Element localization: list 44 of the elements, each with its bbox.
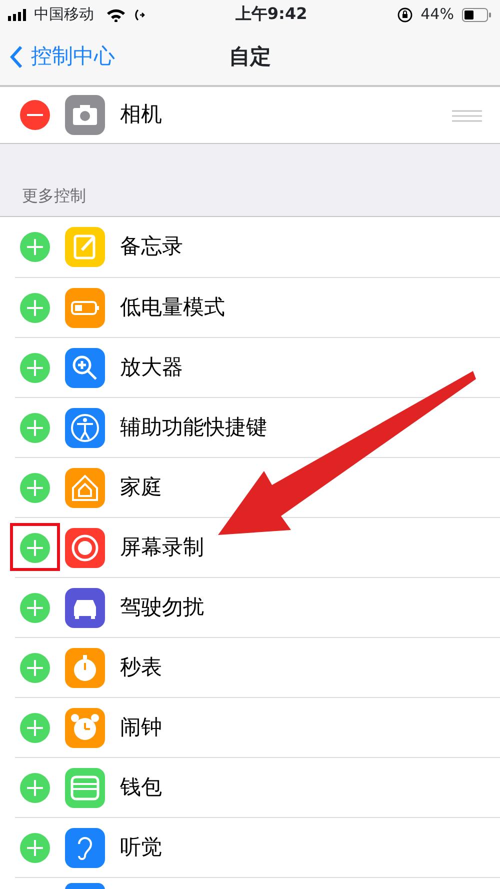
- add-button[interactable]: [20, 712, 50, 742]
- control-label: 闹钟: [120, 714, 162, 741]
- carrier-name: 中国移动: [34, 4, 94, 25]
- add-button[interactable]: [20, 412, 50, 442]
- control-label: 低电量模式: [120, 294, 225, 321]
- control-label: 相机: [120, 101, 162, 128]
- add-button[interactable]: [20, 352, 50, 382]
- plus-icon: [27, 300, 43, 316]
- add-button[interactable]: [20, 292, 50, 322]
- plus-icon: [27, 360, 43, 376]
- remove-button[interactable]: [20, 100, 50, 130]
- plus-icon: [27, 600, 43, 616]
- plus-icon: [27, 780, 43, 796]
- control-label: 听觉: [120, 834, 162, 861]
- control-label: 备忘录: [120, 233, 183, 260]
- plus-icon: [27, 420, 43, 436]
- add-button[interactable]: [20, 832, 50, 862]
- control-label: 驾驶勿扰: [120, 594, 204, 621]
- back-button[interactable]: 控制中心: [0, 40, 115, 72]
- control-label: 家庭: [120, 474, 162, 501]
- control-label: 放大器: [120, 354, 183, 381]
- add-button[interactable]: [20, 532, 50, 562]
- plus-icon: [27, 540, 43, 556]
- add-button[interactable]: [20, 772, 50, 802]
- battery-percent: 44%: [420, 4, 454, 25]
- page-title: 自定: [229, 42, 271, 70]
- add-button[interactable]: [20, 652, 50, 682]
- control-label: 辅助功能快捷键: [120, 414, 267, 441]
- section-header: 更多控制: [21, 185, 87, 207]
- add-button[interactable]: [20, 232, 50, 262]
- plus-icon: [27, 239, 43, 255]
- plus-icon: [27, 720, 43, 736]
- highlight-frame: [10, 523, 60, 571]
- control-label: 秒表: [120, 654, 162, 681]
- plus-icon: [27, 840, 43, 856]
- add-button[interactable]: [20, 472, 50, 502]
- plus-icon: [27, 660, 43, 676]
- add-button[interactable]: [20, 592, 50, 622]
- plus-icon: [27, 480, 43, 496]
- control-label: 屏幕录制: [120, 534, 204, 561]
- control-label: 钱包: [120, 774, 162, 801]
- minus-icon: [27, 114, 43, 116]
- back-chevron-icon: [10, 44, 23, 68]
- status-time: 上午9:42: [235, 3, 308, 25]
